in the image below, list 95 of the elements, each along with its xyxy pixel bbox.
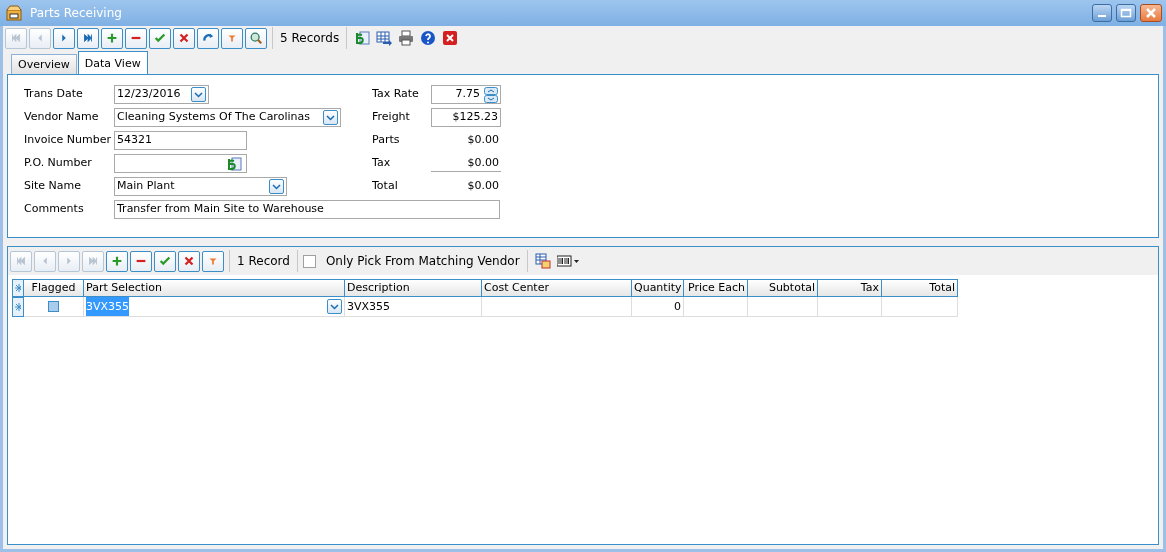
last-record-button[interactable] — [77, 27, 99, 49]
checkbox[interactable] — [302, 254, 316, 268]
date-field[interactable]: 12/23/2016 — [114, 85, 209, 104]
delete-button[interactable] — [130, 250, 152, 272]
close-button[interactable] — [1140, 4, 1162, 22]
cancel-icon — [182, 254, 196, 268]
field-label: Tax Rate — [372, 86, 420, 103]
field-label: Invoice Number — [24, 132, 112, 149]
caret-icon — [194, 91, 203, 98]
barcode-icon[interactable] — [556, 253, 579, 269]
field-label: P.O. Number — [24, 155, 93, 172]
column-header[interactable]: Quantity — [632, 279, 684, 297]
last-record-icon — [81, 31, 95, 45]
add-button[interactable] — [106, 250, 128, 272]
caret-icon — [272, 183, 281, 190]
asterisk-icon — [15, 303, 21, 311]
table-cell — [684, 297, 748, 317]
input-field[interactable]: $125.23 — [431, 108, 501, 127]
magnifier-icon — [249, 31, 263, 45]
table-cell — [818, 297, 882, 317]
app-icon — [6, 5, 22, 21]
field-label: Trans Date — [24, 86, 84, 103]
field-label: Tax — [372, 155, 392, 172]
value-text: $0.00 — [466, 132, 500, 149]
filter-button[interactable] — [221, 27, 243, 49]
table-cell — [748, 297, 818, 317]
cancel-button[interactable] — [173, 27, 195, 49]
check-button[interactable] — [149, 27, 171, 49]
close-icon — [1145, 7, 1157, 19]
invoice-icon[interactable] — [354, 30, 371, 46]
minimize-icon — [1098, 15, 1106, 17]
check-icon — [158, 254, 172, 268]
table-cell: 0 — [632, 297, 684, 317]
field-label: Freight — [372, 109, 411, 126]
column-header[interactable]: Part Selection — [84, 279, 345, 297]
input-field[interactable]: 54321 — [114, 131, 247, 150]
invoice-icon[interactable] — [226, 155, 242, 172]
checkbox[interactable] — [48, 301, 59, 312]
add-icon — [110, 254, 124, 268]
dropdown-button[interactable] — [327, 299, 342, 314]
field-label: Parts — [372, 132, 401, 149]
window-title: Parts Receiving — [30, 5, 122, 22]
combo-box[interactable]: Main Plant — [114, 177, 287, 196]
column-header[interactable]: Description — [345, 279, 482, 297]
caret-icon — [326, 114, 335, 121]
add-icon — [105, 31, 119, 45]
check-button[interactable] — [154, 250, 176, 272]
column-header[interactable]: Price Each — [684, 279, 748, 297]
help-icon[interactable] — [420, 30, 437, 46]
cancel-icon — [177, 31, 191, 45]
caret-icon — [330, 303, 339, 310]
asterisk-icon — [15, 284, 21, 292]
input-field[interactable] — [114, 154, 247, 173]
add-button[interactable] — [101, 27, 123, 49]
value-text: $0.00 — [431, 154, 501, 173]
first-record-icon — [9, 31, 23, 45]
grid-export-icon[interactable] — [376, 30, 393, 46]
spin-field[interactable]: 7.75 — [431, 85, 501, 104]
check-icon — [153, 31, 167, 45]
record-count: 5 Records — [279, 30, 341, 47]
column-header[interactable]: Total — [882, 279, 958, 297]
dropdown-button[interactable] — [323, 110, 338, 125]
spin-buttons[interactable] — [484, 86, 498, 103]
dropdown-button[interactable] — [269, 179, 284, 194]
column-header[interactable]: Flagged — [24, 279, 84, 297]
column-header[interactable]: Cost Center — [482, 279, 632, 297]
field-label: Vendor Name — [24, 109, 100, 126]
maximize-icon — [1120, 8, 1132, 18]
column-header[interactable]: Subtotal — [748, 279, 818, 297]
grid-layout-icon[interactable] — [534, 253, 551, 269]
close-icon[interactable] — [442, 30, 459, 46]
delete-button[interactable] — [125, 27, 147, 49]
table-cell: 3VX355 — [345, 297, 482, 317]
filter-button[interactable] — [202, 250, 224, 272]
refresh-button[interactable] — [197, 27, 219, 49]
record-count: 1 Record — [236, 253, 291, 270]
value-text: $0.00 — [466, 178, 500, 195]
field-label: Comments — [24, 201, 85, 218]
printer-icon[interactable] — [398, 30, 415, 46]
tab[interactable]: Data View — [77, 51, 148, 74]
dropdown-button[interactable] — [191, 87, 206, 102]
column-header[interactable]: Tax — [818, 279, 882, 297]
next-record-button[interactable] — [53, 27, 75, 49]
field-label: Site Name — [24, 178, 83, 195]
combo-box[interactable]: Cleaning Systems Of The Carolinas — [114, 108, 341, 127]
input-field[interactable]: Transfer from Main Site to Warehouse — [114, 200, 500, 219]
field-label: Total — [372, 178, 399, 195]
cancel-button[interactable] — [178, 250, 200, 272]
first-record-icon — [14, 254, 28, 268]
minimize-button[interactable] — [1092, 4, 1112, 22]
magnifier-button[interactable] — [245, 27, 267, 49]
tab[interactable]: Overview — [11, 54, 77, 74]
maximize-button[interactable] — [1116, 4, 1136, 22]
checkbox-label: Only Pick From Matching Vendor — [324, 253, 521, 270]
last-record-icon — [86, 254, 100, 268]
